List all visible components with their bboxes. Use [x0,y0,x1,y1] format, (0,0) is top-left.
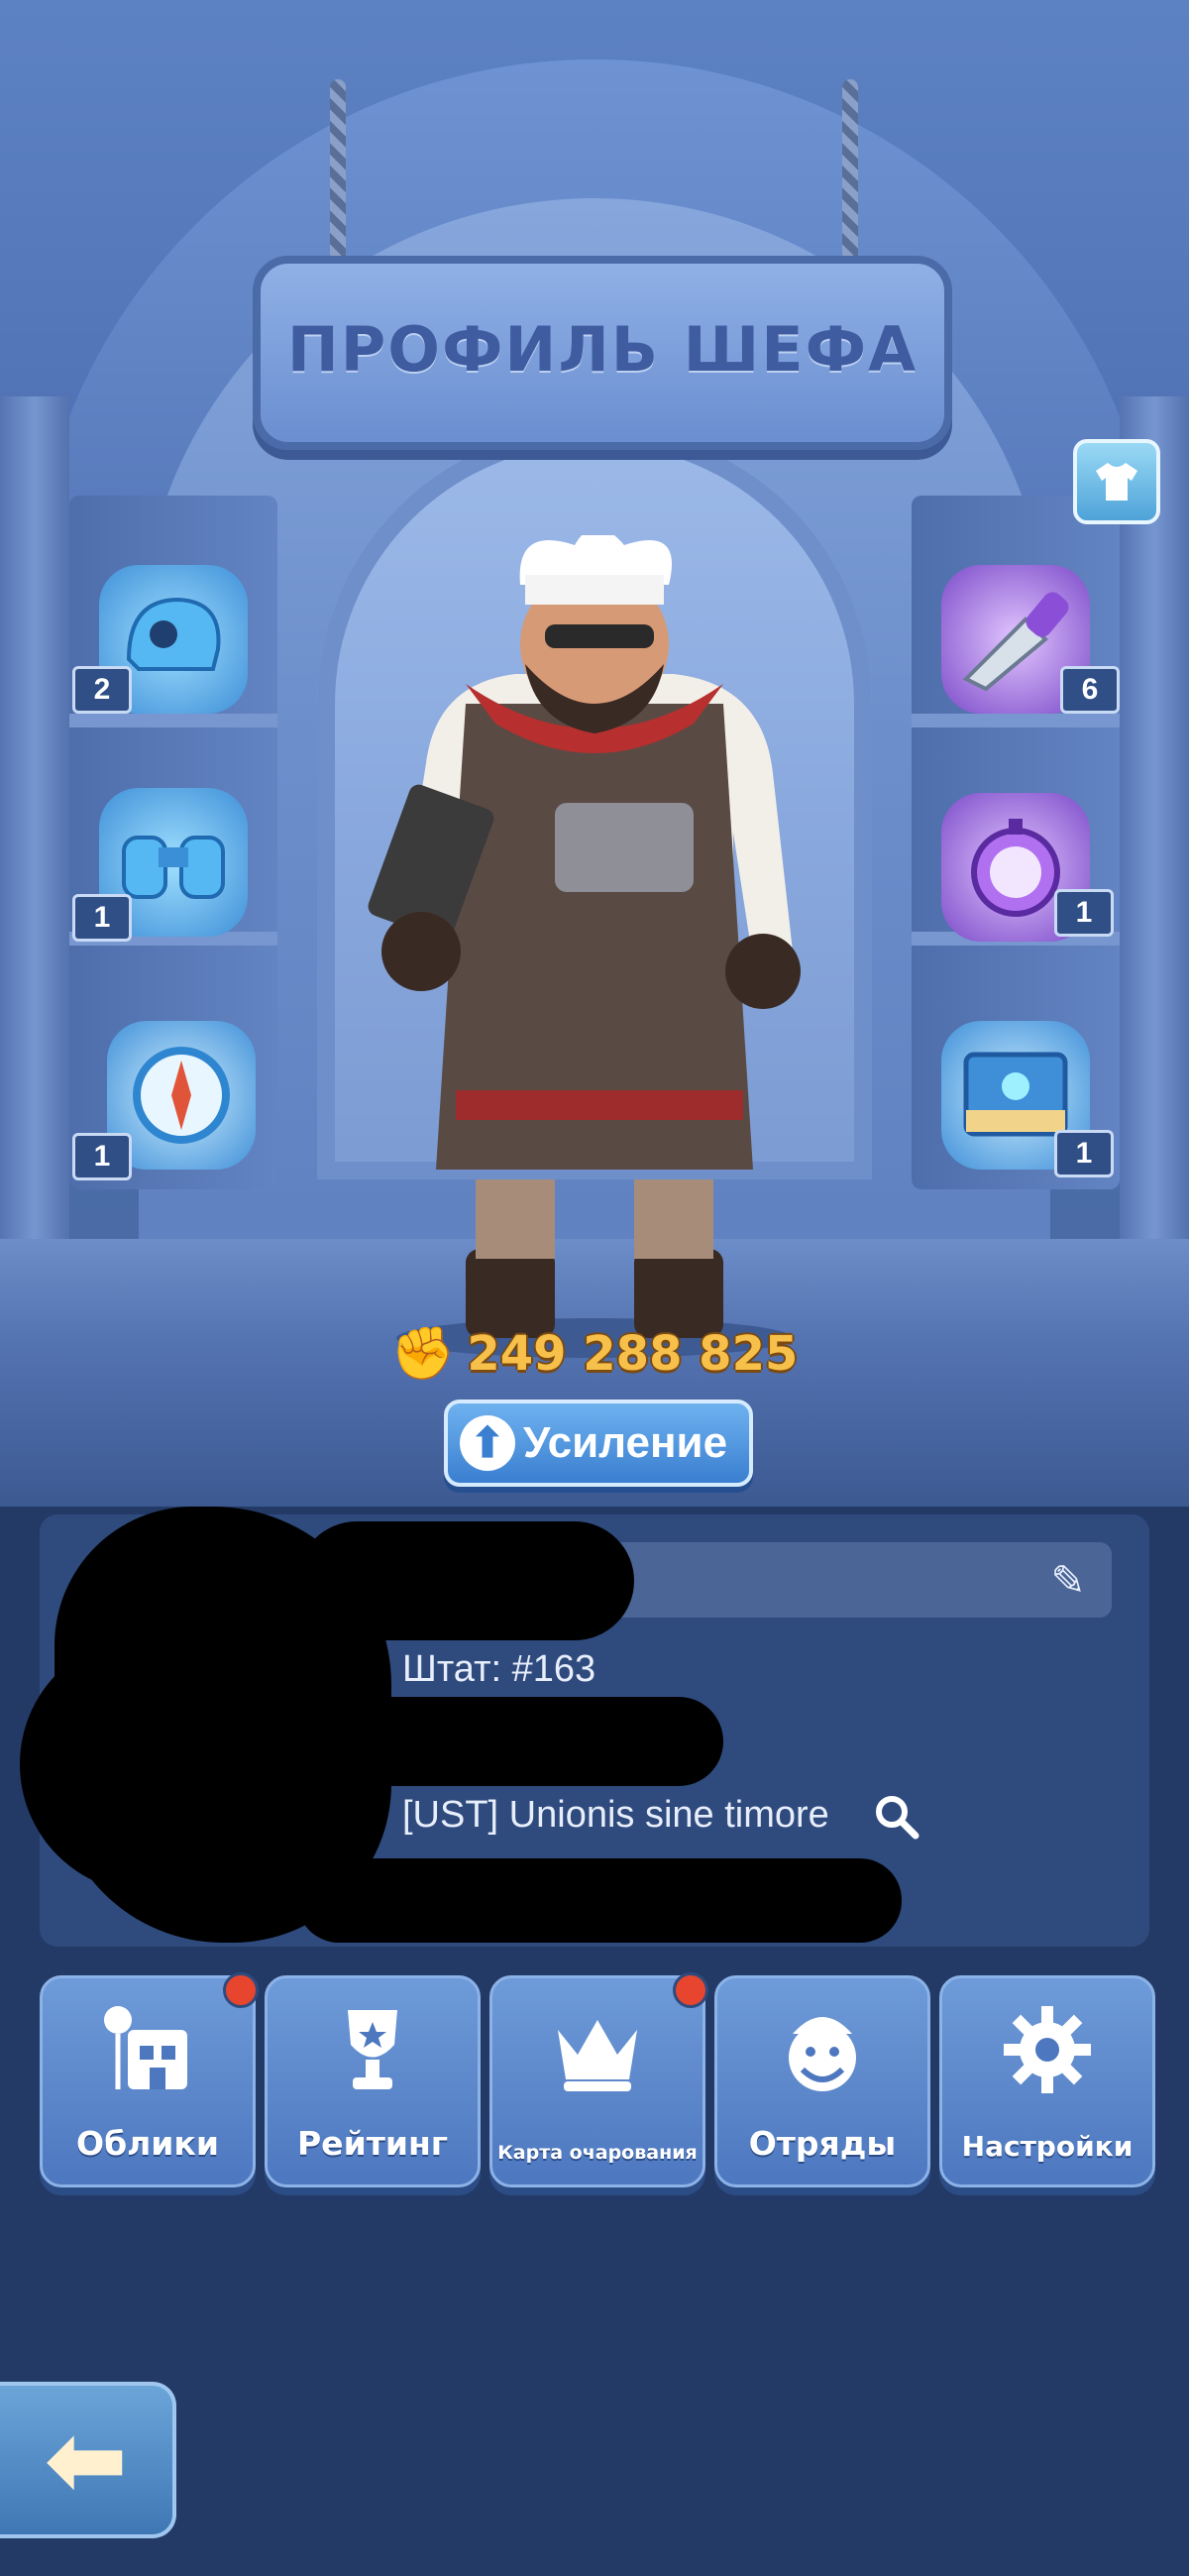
profile-scene: ПРОФИЛЬ ШЕФА 2 1 1 6 1 1 ✊ 249 288 825 ⬆… [0,0,1189,1507]
search-icon[interactable] [872,1792,919,1850]
shelf-divider [69,714,277,728]
menu-label: Карта очарования [497,2142,698,2164]
menu-label: Рейтинг [297,2124,448,2163]
redaction-mark [297,1521,634,1640]
right-pillar [1120,396,1189,1288]
building-icon [43,2000,253,2122]
item-count-badge: 1 [72,894,132,942]
crown-icon [492,2000,703,2122]
gear-icon [942,2000,1152,2122]
right-rope [842,79,858,278]
boost-button[interactable]: ⬆ Усиление [444,1400,753,1487]
item-count-badge: 1 [1054,1130,1114,1177]
shirt-icon [1096,463,1137,501]
menu-label: Отряды [748,2124,897,2163]
edit-name-icon[interactable]: ✎ [1044,1556,1092,1606]
shelf-divider [912,714,1120,728]
back-arrow-icon: ⬅ [46,2408,127,2514]
menu-label: Облики [76,2124,219,2163]
boost-button-label: Усиление [523,1418,728,1467]
title-sign: ПРОФИЛЬ ШЕФА [253,256,952,450]
redaction-mark [307,1697,723,1786]
staff-number: Штат: #163 [402,1648,596,1690]
menu-button-rating[interactable]: Рейтинг [265,1975,481,2187]
chef-face-icon [717,2000,927,2122]
item-count-badge: 2 [72,666,132,714]
menu-button-charm-map[interactable]: Карта очарования [489,1972,708,2187]
fist-icon: ✊ [390,1325,456,1383]
redaction-mark [297,1858,902,1943]
menu-button-squads[interactable]: Отряды [714,1975,930,2187]
outfit-button[interactable] [1073,439,1160,524]
power-display: ✊ 249 288 825 [0,1323,1189,1384]
left-rope [330,79,346,278]
item-count-badge: 1 [72,1133,132,1180]
chef-character [368,535,801,1358]
menu-button-settings[interactable]: Настройки [939,1975,1155,2187]
item-count-badge: 6 [1060,666,1120,714]
item-count-badge: 1 [1054,889,1114,937]
left-pillar [0,396,69,1288]
menu-label: Настройки [961,2130,1134,2163]
trophy-icon [268,2000,478,2122]
page-title: ПРОФИЛЬ ШЕФА [286,313,919,386]
up-arrow-icon: ⬆ [460,1415,515,1471]
guild-name[interactable]: [UST] Unionis sine timore [402,1794,829,1837]
power-value: 249 288 825 [467,1325,799,1382]
menu-button-skins[interactable]: Облики [40,1972,259,2187]
back-button[interactable]: ⬅ [0,2382,176,2538]
